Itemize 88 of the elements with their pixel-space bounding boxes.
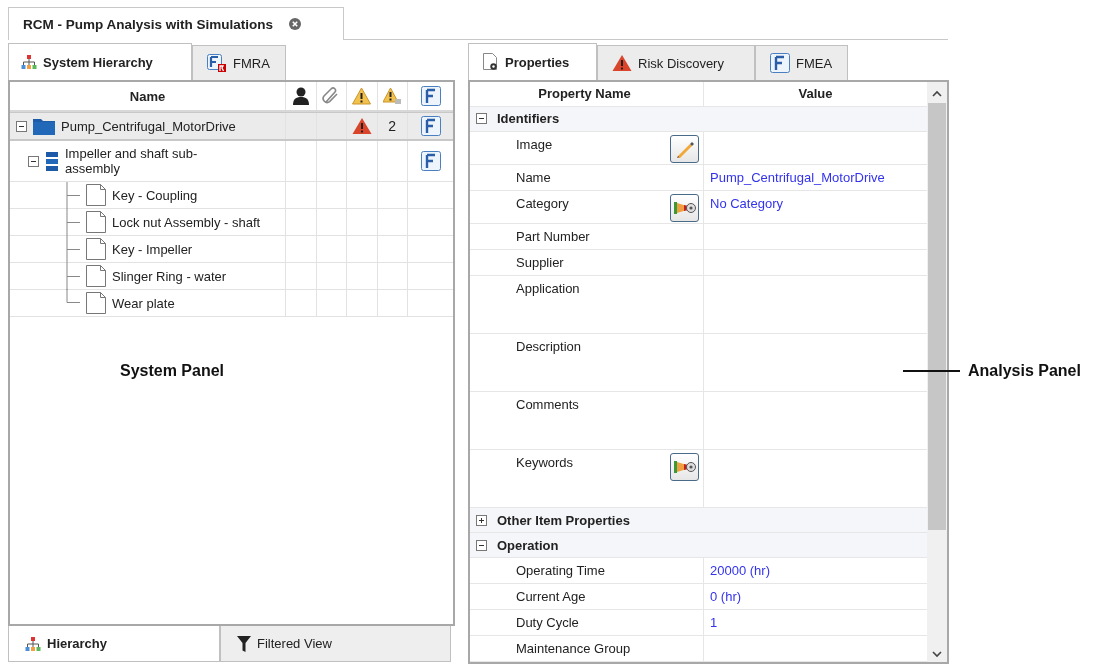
warning-icon: [352, 87, 372, 105]
tree-connector: [66, 208, 80, 236]
tree-connector: [66, 235, 80, 263]
tree-row[interactable]: Lock nut Assembly - shaft: [10, 209, 453, 236]
tree-row[interactable]: Slinger Ring - water: [10, 263, 453, 290]
document-icon: [86, 211, 106, 233]
property-name: Category: [516, 195, 569, 211]
warning-lock-icon: [382, 87, 402, 105]
group-header[interactable]: Identifiers: [470, 106, 927, 132]
expander-icon[interactable]: [476, 113, 487, 125]
document-icon: [86, 292, 106, 314]
property-name: Image: [516, 135, 553, 152]
fmra-icon: [207, 54, 227, 72]
callout-label: Analysis Panel: [968, 362, 1081, 380]
assembly-icon: [45, 151, 59, 171]
folder-icon: [33, 117, 55, 135]
tree-row[interactable]: Pump_Centrifugal_MotorDrive 2: [10, 112, 453, 141]
item-name: Impeller and shaft sub-assembly: [65, 145, 199, 178]
property-name: Operating Time: [516, 562, 605, 578]
document-title: RCM - Pump Analysis with Simulations: [23, 16, 274, 32]
panel-tab[interactable]: FMEA: [755, 45, 848, 80]
hierarchy-icon: [21, 55, 37, 69]
property-name: Description: [516, 338, 582, 355]
expander-icon[interactable]: [28, 155, 39, 167]
property-value: No Category: [710, 195, 783, 211]
warning-icon: [612, 54, 632, 72]
view-tab[interactable]: Hierarchy: [8, 626, 220, 662]
column-header[interactable]: Value: [704, 82, 927, 106]
document-tab[interactable]: RCM - Pump Analysis with Simulations: [8, 7, 344, 40]
view-tab[interactable]: Filtered View: [220, 626, 451, 662]
expander-icon[interactable]: [476, 514, 487, 526]
tree-connector: [66, 181, 80, 209]
property-name: Maintenance Group: [516, 640, 631, 656]
panel-tab[interactable]: FMRA: [192, 45, 286, 80]
property-name: Current Age: [516, 588, 586, 604]
panel-tab[interactable]: Properties: [468, 43, 597, 80]
cone-icon: [672, 459, 697, 476]
scroll-up-icon[interactable]: [932, 90, 942, 97]
item-name: Key - Coupling: [112, 186, 198, 205]
property-name: Application: [516, 280, 580, 297]
tree-row[interactable]: Key - Impeller: [10, 236, 453, 263]
document-icon: [86, 184, 106, 206]
edit-button[interactable]: [670, 134, 699, 163]
group-header[interactable]: Operation: [470, 533, 927, 558]
property-name: Name: [516, 169, 551, 185]
column-header[interactable]: Name: [10, 82, 286, 110]
document-icon: [86, 238, 106, 260]
cone-icon: [672, 200, 697, 216]
column-header[interactable]: Property Name: [470, 82, 704, 106]
document-gear-icon: [483, 53, 499, 71]
property-name: Duty Cycle: [516, 614, 579, 630]
warning-count: 2: [388, 118, 397, 134]
property-name: Part Number: [516, 228, 590, 245]
property-value: 20000 (hr): [710, 562, 770, 578]
tree-row[interactable]: Key - Coupling: [10, 182, 453, 209]
expander-icon[interactable]: [476, 539, 487, 551]
callout-label: System Panel: [120, 362, 225, 380]
tree-row[interactable]: Impeller and shaft sub-assembly: [10, 141, 453, 182]
f-icon[interactable]: [420, 151, 441, 171]
property-value: 0 (hr): [710, 588, 742, 604]
category-button[interactable]: [670, 453, 699, 482]
f-icon[interactable]: [420, 116, 441, 136]
close-icon[interactable]: [289, 18, 302, 30]
property-name: Supplier: [516, 254, 564, 271]
document-icon: [86, 265, 106, 287]
filter-icon: [237, 635, 251, 652]
property-value: 1: [710, 614, 718, 630]
f-icon: [420, 86, 441, 106]
property-name: Keywords: [516, 454, 574, 471]
item-name: Wear plate: [112, 294, 175, 313]
item-name: Pump_Centrifugal_MotorDrive: [61, 117, 236, 136]
f-icon: [770, 53, 790, 73]
property-name: Comments: [516, 396, 579, 413]
property-value: Pump_Centrifugal_MotorDrive: [710, 169, 885, 185]
scroll-down-icon[interactable]: [932, 651, 942, 658]
item-name: Slinger Ring - water: [112, 267, 227, 286]
panel-tab[interactable]: System Hierarchy: [8, 43, 192, 80]
panel-tab[interactable]: Risk Discovery: [597, 45, 755, 80]
tree-row[interactable]: Wear plate: [10, 290, 453, 317]
item-name: Key - Impeller: [112, 240, 193, 259]
item-name: Lock nut Assembly - shaft: [112, 213, 261, 232]
group-header[interactable]: Other Item Properties: [470, 508, 927, 534]
expander-icon[interactable]: [16, 120, 27, 132]
paperclip-icon: [322, 87, 341, 105]
scrollbar[interactable]: [927, 82, 947, 662]
hierarchy-icon: [25, 636, 41, 651]
person-icon: [292, 87, 309, 105]
category-button[interactable]: [670, 194, 699, 222]
